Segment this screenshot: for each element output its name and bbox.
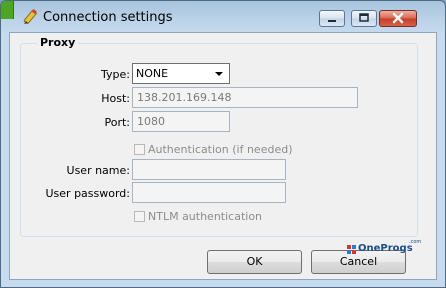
authentication-checkbox-label: Authentication (if needed) <box>148 143 293 156</box>
port-input[interactable]: 1080 <box>132 111 230 132</box>
maximize-icon <box>359 13 369 22</box>
type-label: Type: <box>101 68 130 81</box>
ok-button[interactable]: OK <box>207 250 302 274</box>
proxy-type-value: NONE <box>136 67 169 80</box>
host-input[interactable]: 138.201.169.148 <box>132 87 358 108</box>
close-icon <box>392 12 404 24</box>
chevron-down-icon <box>215 72 223 76</box>
ntlm-checkbox-label: NTLM authentication <box>148 210 263 223</box>
maximize-button[interactable] <box>351 10 377 27</box>
password-input[interactable] <box>132 182 286 203</box>
key-pencil-icon <box>23 9 37 24</box>
proxy-type-select[interactable]: NONE <box>132 63 230 84</box>
window-title: Connection settings <box>43 10 173 25</box>
oneprogs-logo-icon <box>347 245 356 254</box>
proxy-group-label: Proxy <box>37 36 79 49</box>
authentication-checkbox[interactable] <box>134 144 145 155</box>
port-label: Port: <box>104 116 130 129</box>
username-label: User name: <box>66 164 130 177</box>
ntlm-checkbox[interactable] <box>134 211 145 222</box>
watermark-suffix: .com <box>409 239 422 245</box>
minimize-icon <box>328 20 336 22</box>
host-label: Host: <box>101 92 130 105</box>
background-app-edge <box>1 1 14 19</box>
watermark-text: OneProgs <box>358 243 413 254</box>
close-button[interactable] <box>379 10 417 27</box>
username-input[interactable] <box>132 159 286 180</box>
password-label: User password: <box>45 187 131 200</box>
minimize-button[interactable] <box>319 10 345 27</box>
